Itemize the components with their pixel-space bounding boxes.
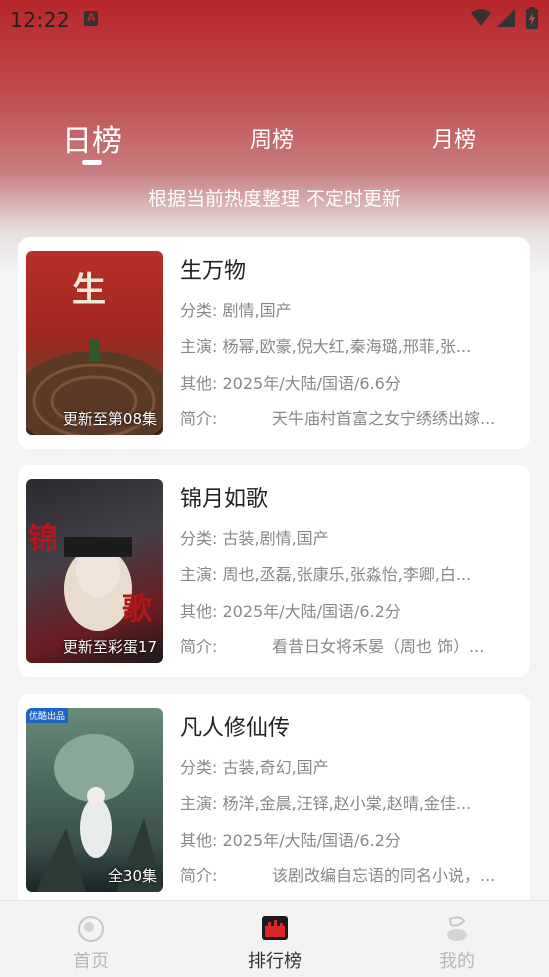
nav-profile[interactable]: 我的 bbox=[402, 913, 512, 973]
cast-label: 主演: bbox=[180, 565, 218, 584]
battery-icon bbox=[526, 7, 538, 29]
cast-value: 杨幂,欧豪,倪大红,秦海璐,邢菲,张... bbox=[222, 337, 472, 356]
profile-icon bbox=[447, 916, 467, 941]
tab-monthly[interactable]: 月榜 bbox=[432, 122, 476, 154]
other-value: 2025年/大陆/国语/6.2分 bbox=[222, 602, 401, 621]
list-item[interactable]: 锦 歌 更新至彩蛋17 锦月如歌 分类: 古装,剧情,国产 主演: 周也,丞磊,… bbox=[18, 465, 530, 677]
intro-row: 简介: 天牛庙村首富之女宁绣绣出嫁... bbox=[180, 405, 520, 429]
cast-label: 主演: bbox=[180, 794, 218, 813]
intro-value: 看昔日女将禾晏（周也 饰）... bbox=[272, 637, 485, 656]
show-title[interactable]: 生万物 bbox=[180, 253, 246, 285]
cast-value: 杨洋,金晨,汪铎,赵小棠,赵晴,金佳... bbox=[222, 794, 472, 813]
category-value: 剧情,国产 bbox=[222, 301, 292, 320]
intro-value: 天牛庙村首富之女宁绣绣出嫁... bbox=[272, 409, 496, 428]
wifi-icon bbox=[471, 9, 491, 26]
svg-text:生: 生 bbox=[72, 270, 106, 310]
other-label: 其他: bbox=[180, 602, 218, 621]
tab-indicator bbox=[82, 160, 102, 165]
cast-label: 主演: bbox=[180, 337, 218, 356]
other-label: 其他: bbox=[180, 831, 218, 850]
other-value: 2025年/大陆/国语/6.2分 bbox=[222, 831, 401, 850]
intro-label: 简介: bbox=[180, 866, 218, 885]
cast-row: 主演: 杨洋,金晨,汪铎,赵小棠,赵晴,金佳... bbox=[180, 790, 520, 814]
category-label: 分类: bbox=[180, 758, 218, 777]
list-item[interactable]: 优酷出品 全30集 凡人修仙传 分类: 古装,奇幻,国产 主演: 杨洋,金晨,汪… bbox=[18, 694, 530, 934]
intro-value: 该剧改编自忘语的同名小说，... bbox=[272, 866, 496, 885]
category-value: 古装,剧情,国产 bbox=[222, 529, 329, 548]
poster-image[interactable]: 锦 歌 更新至彩蛋17 bbox=[26, 479, 163, 663]
intro-label: 简介: bbox=[180, 637, 218, 656]
nav-ranking[interactable]: 排行榜 bbox=[220, 913, 330, 973]
bottom-nav: 首页 排行榜 我的 bbox=[0, 900, 549, 977]
episode-badge: 全30集 bbox=[107, 867, 157, 885]
intro-row: 简介: 该剧改编自忘语的同名小说，... bbox=[180, 862, 520, 886]
other-row: 其他: 2025年/大陆/国语/6.2分 bbox=[180, 598, 520, 622]
show-title[interactable]: 凡人修仙传 bbox=[180, 710, 290, 742]
list-item[interactable]: 生 更新至第08集 生万物 分类: 剧情,国产 主演: 杨幂,欧豪,倪大红,秦海… bbox=[18, 237, 530, 449]
ranking-subtitle: 根据当前热度整理 不定时更新 bbox=[147, 188, 402, 210]
cast-row: 主演: 杨幂,欧豪,倪大红,秦海璐,邢菲,张... bbox=[180, 333, 520, 357]
producer-badge: 优酷出品 bbox=[26, 708, 69, 723]
category-row: 分类: 剧情,国产 bbox=[180, 297, 520, 321]
tab-weekly[interactable]: 周榜 bbox=[250, 122, 294, 154]
category-row: 分类: 古装,奇幻,国产 bbox=[180, 754, 520, 778]
category-value: 古装,奇幻,国产 bbox=[222, 758, 329, 777]
poster-image[interactable]: 生 更新至第08集 bbox=[26, 251, 163, 435]
svg-text:锦: 锦 bbox=[28, 522, 58, 557]
intro-label: 简介: bbox=[180, 409, 218, 428]
nav-home-label: 首页 bbox=[73, 951, 109, 972]
cast-row: 主演: 周也,丞磊,张康乐,张淼怡,李卿,白... bbox=[180, 561, 520, 585]
poster-image[interactable]: 优酷出品 全30集 bbox=[26, 708, 163, 892]
other-row: 其他: 2025年/大陆/国语/6.6分 bbox=[180, 370, 520, 394]
cast-value: 周也,丞磊,张康乐,张淼怡,李卿,白... bbox=[222, 565, 472, 584]
ranking-tabs: 日榜 周榜 月榜 bbox=[0, 112, 549, 172]
tab-daily[interactable]: 日榜 bbox=[62, 116, 122, 160]
episode-badge: 更新至彩蛋17 bbox=[62, 638, 157, 656]
nav-profile-label: 我的 bbox=[439, 951, 475, 972]
notification-icon bbox=[84, 11, 98, 26]
episode-badge: 更新至第08集 bbox=[62, 410, 157, 428]
show-title[interactable]: 锦月如歌 bbox=[180, 481, 268, 513]
category-label: 分类: bbox=[180, 301, 218, 320]
svg-text:歌: 歌 bbox=[122, 592, 153, 627]
ranking-icon bbox=[262, 916, 288, 940]
status-bar: 12:22 bbox=[0, 0, 549, 38]
status-time: 12:22 bbox=[10, 8, 71, 32]
category-label: 分类: bbox=[180, 529, 218, 548]
nav-home[interactable]: 首页 bbox=[36, 913, 146, 973]
other-row: 其他: 2025年/大陆/国语/6.2分 bbox=[180, 827, 520, 851]
category-row: 分类: 古装,剧情,国产 bbox=[180, 525, 520, 549]
other-label: 其他: bbox=[180, 374, 218, 393]
signal-icon bbox=[497, 9, 515, 27]
other-value: 2025年/大陆/国语/6.6分 bbox=[222, 374, 401, 393]
nav-ranking-label: 排行榜 bbox=[248, 951, 302, 972]
home-icon bbox=[78, 916, 104, 942]
intro-row: 简介: 看昔日女将禾晏（周也 饰）... bbox=[180, 633, 520, 657]
